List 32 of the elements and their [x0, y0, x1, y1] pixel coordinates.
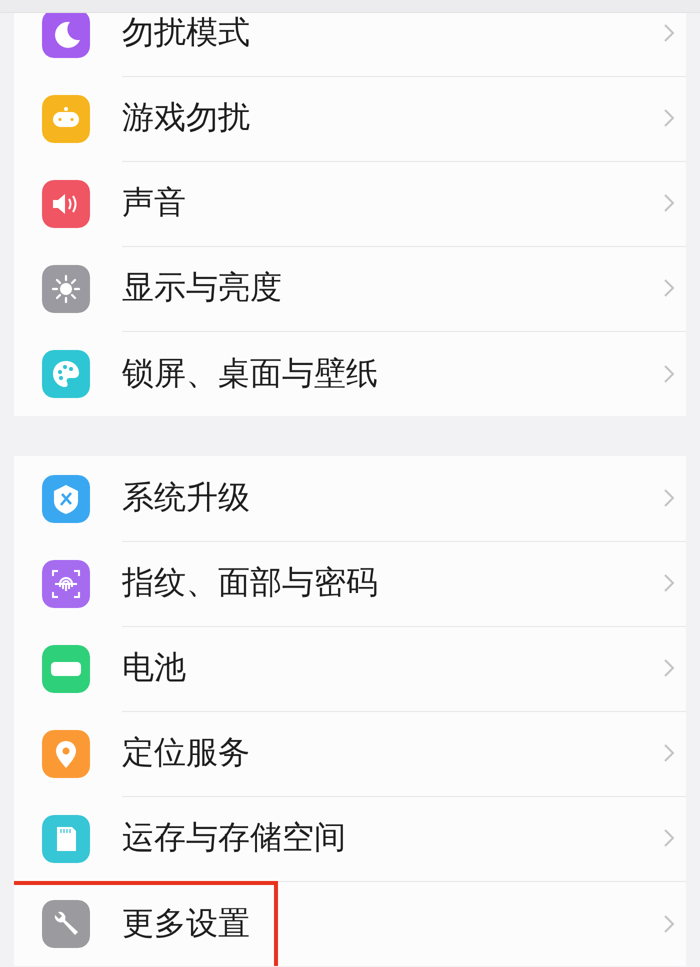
settings-item[interactable]: 声音: [14, 161, 686, 246]
settings-item[interactable]: 系统升级: [14, 456, 686, 541]
battery-icon: [42, 644, 90, 692]
settings-item[interactable]: 电池: [14, 626, 686, 711]
fingerprint-icon: [42, 560, 90, 608]
item-label: 指纹、面部与密码: [122, 562, 379, 603]
wrench-icon: [42, 900, 90, 948]
settings-item[interactable]: 游戏勿扰: [14, 76, 686, 161]
item-label: 声音: [122, 182, 187, 223]
item-label: 定位服务: [122, 732, 251, 773]
settings-item[interactable]: 运存与存储空间: [14, 796, 686, 881]
item-label: 锁屏、桌面与壁纸: [122, 352, 379, 394]
settings-item[interactable]: 显示与亮度: [14, 246, 686, 331]
sun-icon: [42, 264, 90, 312]
item-label: 显示与亮度: [122, 267, 283, 308]
item-label: 系统升级: [122, 477, 251, 518]
item-label: 电池: [122, 647, 187, 688]
speaker-icon: [42, 180, 90, 228]
settings-item[interactable]: 勿扰模式: [14, 13, 686, 76]
settings-item[interactable]: 锁屏、桌面与壁纸: [14, 331, 686, 416]
item-label: 运存与存储空间: [122, 817, 347, 858]
settings-item[interactable]: 更多设置: [14, 881, 686, 966]
palette-icon: [42, 350, 90, 398]
item-label: 更多设置: [122, 902, 251, 944]
settings-item[interactable]: 指纹、面部与密码: [14, 541, 686, 626]
item-label: 游戏勿扰: [122, 97, 251, 138]
location-pin-icon: [42, 730, 90, 778]
settings-item[interactable]: 定位服务: [14, 711, 686, 796]
memory-card-icon: [42, 814, 90, 862]
gamepad-icon: [42, 94, 90, 142]
item-label: 勿扰模式: [122, 13, 251, 53]
shield-icon: [42, 474, 90, 522]
